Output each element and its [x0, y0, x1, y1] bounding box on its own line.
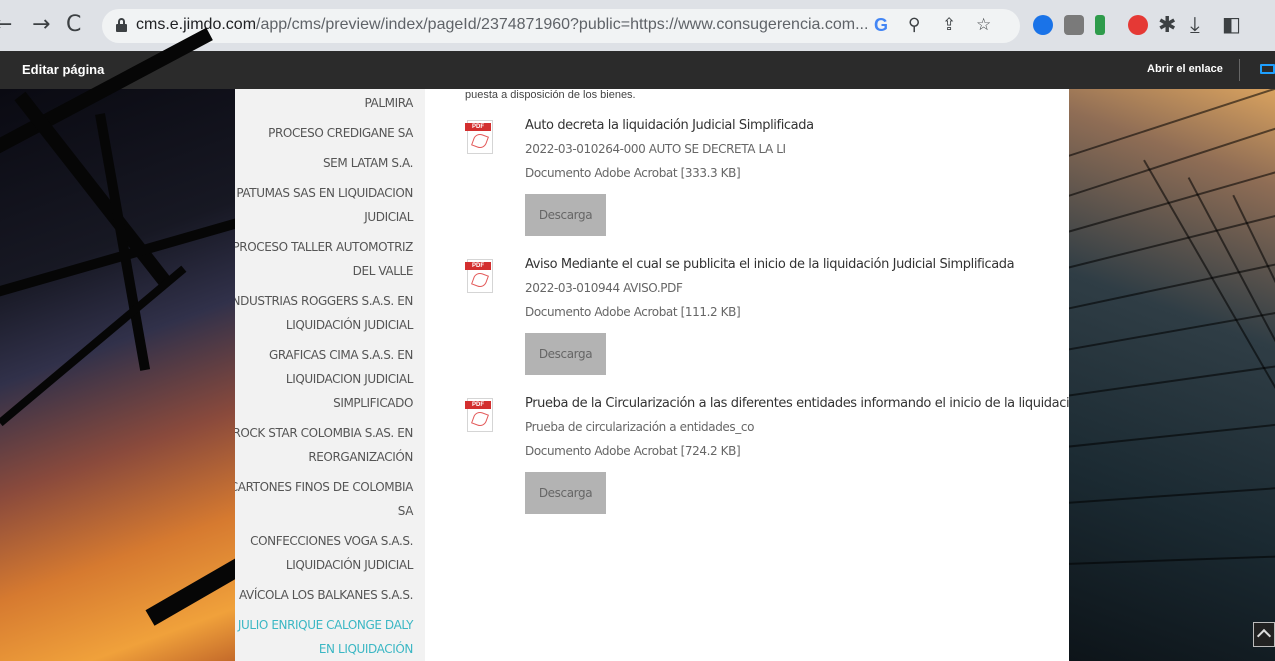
document-title[interactable]: Auto decreta la liquidación Judicial Sim… — [525, 118, 814, 133]
background-image-right — [1069, 89, 1275, 661]
sidebar-nav-item[interactable]: PATUMAS SAS EN LIQUIDACION JUDICIAL — [235, 181, 413, 229]
sidebar-nav-item[interactable]: CARTONES FINOS DE COLOMBIA SA — [235, 475, 413, 523]
divider — [1239, 59, 1240, 81]
background-image-left — [0, 27, 259, 661]
pdf-icon: PDF — [465, 398, 493, 432]
document-filename: 2022-03-010264-000 AUTO SE DECRETA LA LI — [525, 142, 786, 156]
download-icon[interactable]: ⤓ — [1190, 14, 1200, 38]
download-button[interactable]: Descarga — [525, 472, 606, 514]
forward-arrow-icon[interactable]: → — [32, 13, 50, 37]
sidebar-navigation: PALMIRA PROCESO CREDIGANE SA SEM LATAM S.A… — [235, 89, 425, 661]
open-link-button[interactable]: Abrir el enlace — [1147, 63, 1223, 75]
document-title[interactable]: Prueba de la Circularización a las difer… — [525, 396, 1069, 411]
bookmark-star-icon[interactable]: ☆ — [976, 15, 991, 35]
desktop-preview-icon[interactable] — [1260, 64, 1275, 74]
sidebar-nav-item[interactable]: PROCESO TALLER AUTOMOTRIZ DEL VALLE — [235, 235, 413, 283]
google-lens-icon[interactable]: G — [874, 15, 888, 35]
scroll-to-top-button[interactable] — [1253, 622, 1275, 647]
puzzle-extensions-icon[interactable]: ✱ — [1158, 14, 1176, 38]
document-meta: Documento Adobe Acrobat [111.2 KB] — [525, 305, 741, 319]
document-filename: Prueba de circularización a entidades_co — [525, 420, 755, 434]
document-meta: Documento Adobe Acrobat [333.3 KB] — [525, 166, 741, 180]
sidebar-nav-item[interactable]: JULIO ENRIQUE CALONGE DALY EN LIQUIDACIÓ… — [235, 613, 413, 661]
side-panel-icon[interactable]: ◧ — [1222, 12, 1241, 36]
sidebar-nav-item[interactable]: PROCESO CREDIGANE SA — [235, 121, 413, 145]
url-text[interactable]: cms.e.jimdo.com/app/cms/preview/index/pa… — [136, 16, 868, 34]
document-meta: Documento Adobe Acrobat [724.2 KB] — [525, 444, 741, 458]
sidebar-nav-item[interactable]: GRAFICAS CIMA S.A.S. EN LIQUIDACION JUDI… — [235, 343, 413, 415]
intro-text: puesta a disposición de los bienes. — [465, 89, 636, 101]
download-button[interactable]: Descarga — [525, 333, 606, 375]
address-bar[interactable]: cms.e.jimdo.com/app/cms/preview/index/pa… — [102, 9, 1020, 43]
main-content: puesta a disposición de los bienes. PDF … — [425, 89, 1069, 661]
url-path: /app/cms/preview/index/pageId/2374871960… — [256, 16, 869, 33]
sidebar-nav-item[interactable]: INDUSTRIAS ROGGERS S.A.S. EN LIQUIDACIÓN… — [235, 289, 413, 337]
editor-bar: Editar página Abrir el enlace — [0, 51, 1275, 89]
edit-page-link[interactable]: Editar página — [22, 62, 104, 77]
sidebar-nav-item[interactable]: CONFECCIONES VOGA S.A.S. LIQUIDACIÓN JUD… — [235, 529, 413, 577]
sidebar-nav-item[interactable]: ROCK STAR COLOMBIA S.AS. EN REORGANIZACI… — [235, 421, 413, 469]
extension-red-icon[interactable] — [1128, 15, 1148, 35]
document-filename: 2022-03-010944 AVISO.PDF — [525, 281, 683, 295]
lock-icon — [116, 18, 127, 32]
share-icon[interactable]: ⇪ — [942, 15, 956, 35]
extension-blue-icon[interactable] — [1033, 15, 1053, 35]
reload-icon[interactable]: C — [66, 13, 81, 37]
nav-list: PALMIRA PROCESO CREDIGANE SA SEM LATAM S.A… — [235, 91, 413, 661]
extension-gray-icon[interactable] — [1064, 15, 1084, 35]
back-arrow-icon[interactable]: ← — [0, 13, 12, 37]
sidebar-nav-item[interactable]: AVÍCOLA LOS BALKANES S.A.S. — [235, 583, 413, 607]
chevron-up-icon — [1256, 628, 1272, 644]
sidebar-nav-item[interactable]: SEM LATAM S.A. — [235, 151, 413, 175]
download-button[interactable]: Descarga — [525, 194, 606, 236]
zoom-icon[interactable]: ⚲ — [908, 15, 920, 35]
pdf-icon: PDF — [465, 120, 493, 154]
sidebar-nav-item[interactable]: PALMIRA — [235, 91, 413, 115]
document-title[interactable]: Aviso Mediante el cual se publicita el i… — [525, 257, 1015, 272]
extension-green-icon[interactable] — [1095, 15, 1105, 35]
pdf-icon: PDF — [465, 259, 493, 293]
url-host: cms.e.jimdo.com — [136, 16, 257, 33]
